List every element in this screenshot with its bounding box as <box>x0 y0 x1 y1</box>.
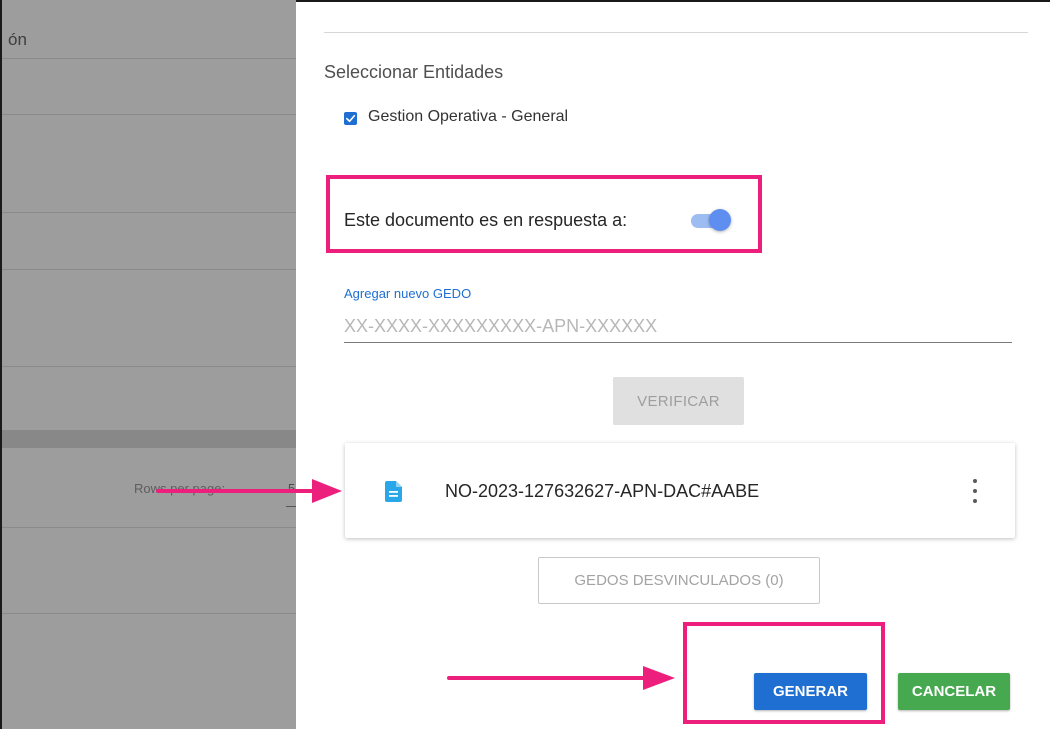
table-row <box>2 0 298 59</box>
entity-checkbox[interactable] <box>344 112 357 125</box>
background-table: ón Rows per page: 5 <box>0 0 298 729</box>
table-footer-divider <box>2 430 298 448</box>
highlight-box-toggle <box>326 175 762 253</box>
cancel-button[interactable]: CANCELAR <box>898 673 1010 710</box>
generate-button[interactable]: GENERAR <box>754 673 867 710</box>
annotation-arrow-icon <box>156 479 342 503</box>
gedo-field-label: Agregar nuevo GEDO <box>344 286 472 301</box>
linked-document-name[interactable]: NO-2023-127632627-APN-DAC#AABE <box>445 481 759 502</box>
select-entities-title: Seleccionar Entidades <box>324 62 504 82</box>
table-row <box>2 527 298 614</box>
entity-checkbox-label[interactable]: Gestion Operativa - General <box>368 108 568 126</box>
table-row <box>2 114 298 213</box>
panel-divider <box>324 32 1028 33</box>
table-row <box>2 212 298 270</box>
checkmark-icon <box>346 114 356 123</box>
more-options-icon[interactable] <box>965 479 985 503</box>
table-row <box>2 269 298 367</box>
annotation-arrow-icon <box>447 666 675 690</box>
verify-button[interactable]: VERIFICAR <box>613 377 744 425</box>
gedo-input[interactable] <box>344 310 1012 343</box>
linked-document-card: NO-2023-127632627-APN-DAC#AABE <box>345 443 1015 538</box>
document-icon <box>385 481 402 502</box>
generate-document-panel: Seleccionar Entidades Gestion Operativa … <box>296 0 1050 729</box>
unlinked-gedos-button[interactable]: GEDOS DESVINCULADOS (0) <box>538 557 820 604</box>
table-row <box>2 58 298 115</box>
